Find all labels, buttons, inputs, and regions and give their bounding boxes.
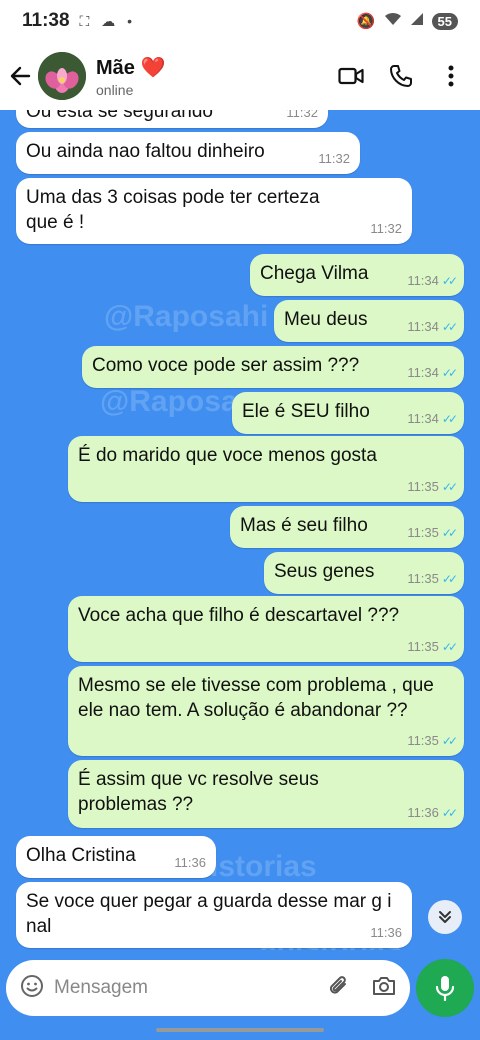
home-indicator[interactable] — [156, 1028, 324, 1032]
contact-info[interactable]: Mãe ❤️ online — [96, 55, 165, 98]
message-time: 11:35 — [407, 571, 439, 587]
double-check-icon: ✓✓ — [441, 479, 458, 494]
status-right: 🔕 55 — [357, 12, 458, 30]
double-check-icon: ✓✓ — [441, 365, 458, 380]
double-check-icon: ✓✓ — [441, 639, 458, 654]
message-time: 11:34 — [407, 365, 439, 381]
message-text: Como voce pode ser assim ??? — [92, 355, 360, 376]
message-time: 11:35 — [407, 639, 439, 655]
message-time: 11:35 — [407, 479, 439, 495]
message-time: 11:36 — [407, 805, 439, 821]
watermark: @Raposa — [100, 385, 238, 418]
message-composer: Mensagem — [6, 960, 410, 1016]
message-text: Ou ainda nao faltou dinheiro — [26, 141, 265, 162]
double-check-icon: ✓✓ — [441, 273, 458, 288]
message-incoming[interactable]: Olha Cristina 11:36 — [16, 836, 216, 878]
voice-message-button[interactable] — [416, 959, 474, 1017]
scroll-to-bottom-button[interactable] — [428, 900, 462, 934]
message-outgoing[interactable]: É assim que vc resolve seus problemas ??… — [68, 760, 464, 828]
back-button[interactable] — [0, 56, 40, 96]
status-time: 11:38 — [22, 10, 70, 31]
camera-button[interactable] — [372, 975, 396, 1002]
message-text: Ou está se segurando — [26, 110, 213, 122]
more-options-button[interactable] — [436, 61, 466, 91]
message-outgoing[interactable]: Como voce pode ser assim ??? 11:34 ✓✓ — [82, 346, 464, 388]
paperclip-icon — [329, 975, 346, 994]
message-text: Se voce quer pegar a guarda desse mar g … — [26, 891, 392, 937]
message-time: 11:32 — [370, 221, 402, 237]
double-check-icon: ✓✓ — [441, 319, 458, 334]
contact-name: Mãe ❤️ — [96, 56, 166, 79]
message-text: Mesmo se ele tivesse com problema , que … — [78, 675, 434, 721]
message-outgoing[interactable]: Ele é SEU filho 11:34 ✓✓ — [232, 392, 464, 434]
message-time: 11:35 — [407, 525, 439, 541]
emoji-icon — [21, 974, 43, 997]
message-incoming[interactable]: Ou está se segurando 11:32 — [16, 110, 328, 128]
message-time: 11:32 — [318, 151, 350, 167]
microphone-icon — [435, 976, 455, 1001]
message-text: É do marido que voce menos gosta — [78, 445, 377, 466]
status-bar: 11:38 ⛶ ☁ • 🔕 55 — [0, 0, 480, 42]
double-check-icon: ✓✓ — [441, 525, 458, 540]
message-outgoing[interactable]: Mesmo se ele tivesse com problema , que … — [68, 666, 464, 756]
message-outgoing[interactable]: Voce acha que filho é descartavel ??? 11… — [68, 596, 464, 662]
signal-icon — [410, 12, 424, 30]
message-text: É assim que vc resolve seus problemas ?? — [78, 769, 319, 815]
message-outgoing[interactable]: Meu deus 11:34 ✓✓ — [274, 300, 464, 342]
message-time: 11:34 — [407, 319, 439, 335]
double-chevron-down-icon — [439, 911, 451, 923]
watermark: istorias — [210, 850, 317, 883]
message-incoming[interactable]: Se voce quer pegar a guarda desse mar g … — [16, 882, 412, 948]
message-time: 11:34 — [407, 411, 439, 427]
double-check-icon: ✓✓ — [441, 571, 458, 586]
lotus-flower-icon — [38, 52, 86, 100]
video-call-button[interactable] — [336, 61, 366, 91]
message-time: 11:32 — [286, 110, 318, 121]
message-input[interactable]: Mensagem — [54, 977, 328, 999]
message-outgoing[interactable]: Chega Vilma 11:34 ✓✓ — [250, 254, 464, 296]
message-incoming[interactable]: Uma das 3 coisas pode ter certeza que é … — [16, 178, 412, 244]
double-check-icon: ✓✓ — [441, 733, 458, 748]
message-outgoing[interactable]: Mas é seu filho 11:35 ✓✓ — [230, 506, 464, 548]
message-text: Voce acha que filho é descartavel ??? — [78, 605, 400, 626]
message-time: 11:35 — [407, 733, 439, 749]
attach-button[interactable] — [328, 974, 350, 1003]
notification-icons: ⛶ ☁ • — [79, 12, 137, 29]
watermark: @Raposahi — [104, 300, 269, 333]
video-camera-icon — [338, 67, 364, 85]
arrow-left-icon — [10, 66, 31, 86]
message-time: 11:36 — [174, 855, 206, 871]
mute-icon: 🔕 — [356, 13, 376, 30]
double-check-icon: ✓✓ — [441, 805, 458, 820]
camera-icon — [373, 976, 395, 995]
message-outgoing[interactable]: Seus genes 11:35 ✓✓ — [264, 552, 464, 594]
wifi-icon — [384, 12, 402, 30]
double-check-icon: ✓✓ — [441, 411, 458, 426]
chat-area[interactable]: @Raposahi @Raposa istorias ahistorias Ou… — [0, 110, 480, 950]
voice-call-button[interactable] — [386, 61, 416, 91]
battery-badge: 55 — [431, 12, 458, 30]
emoji-button[interactable] — [20, 974, 44, 1003]
chat-header: Mãe ❤️ online — [0, 42, 480, 110]
message-text: Uma das 3 coisas pode ter certeza que é … — [26, 187, 320, 233]
more-vertical-icon — [448, 65, 454, 87]
message-time: 11:36 — [370, 925, 402, 941]
phone-icon — [390, 65, 412, 87]
message-incoming[interactable]: Ou ainda nao faltou dinheiro 11:32 — [16, 132, 360, 174]
message-time: 11:34 — [407, 273, 439, 289]
avatar[interactable] — [38, 52, 86, 100]
message-outgoing[interactable]: É do marido que voce menos gosta 11:35 ✓✓ — [68, 436, 464, 502]
contact-status: online — [96, 81, 134, 98]
